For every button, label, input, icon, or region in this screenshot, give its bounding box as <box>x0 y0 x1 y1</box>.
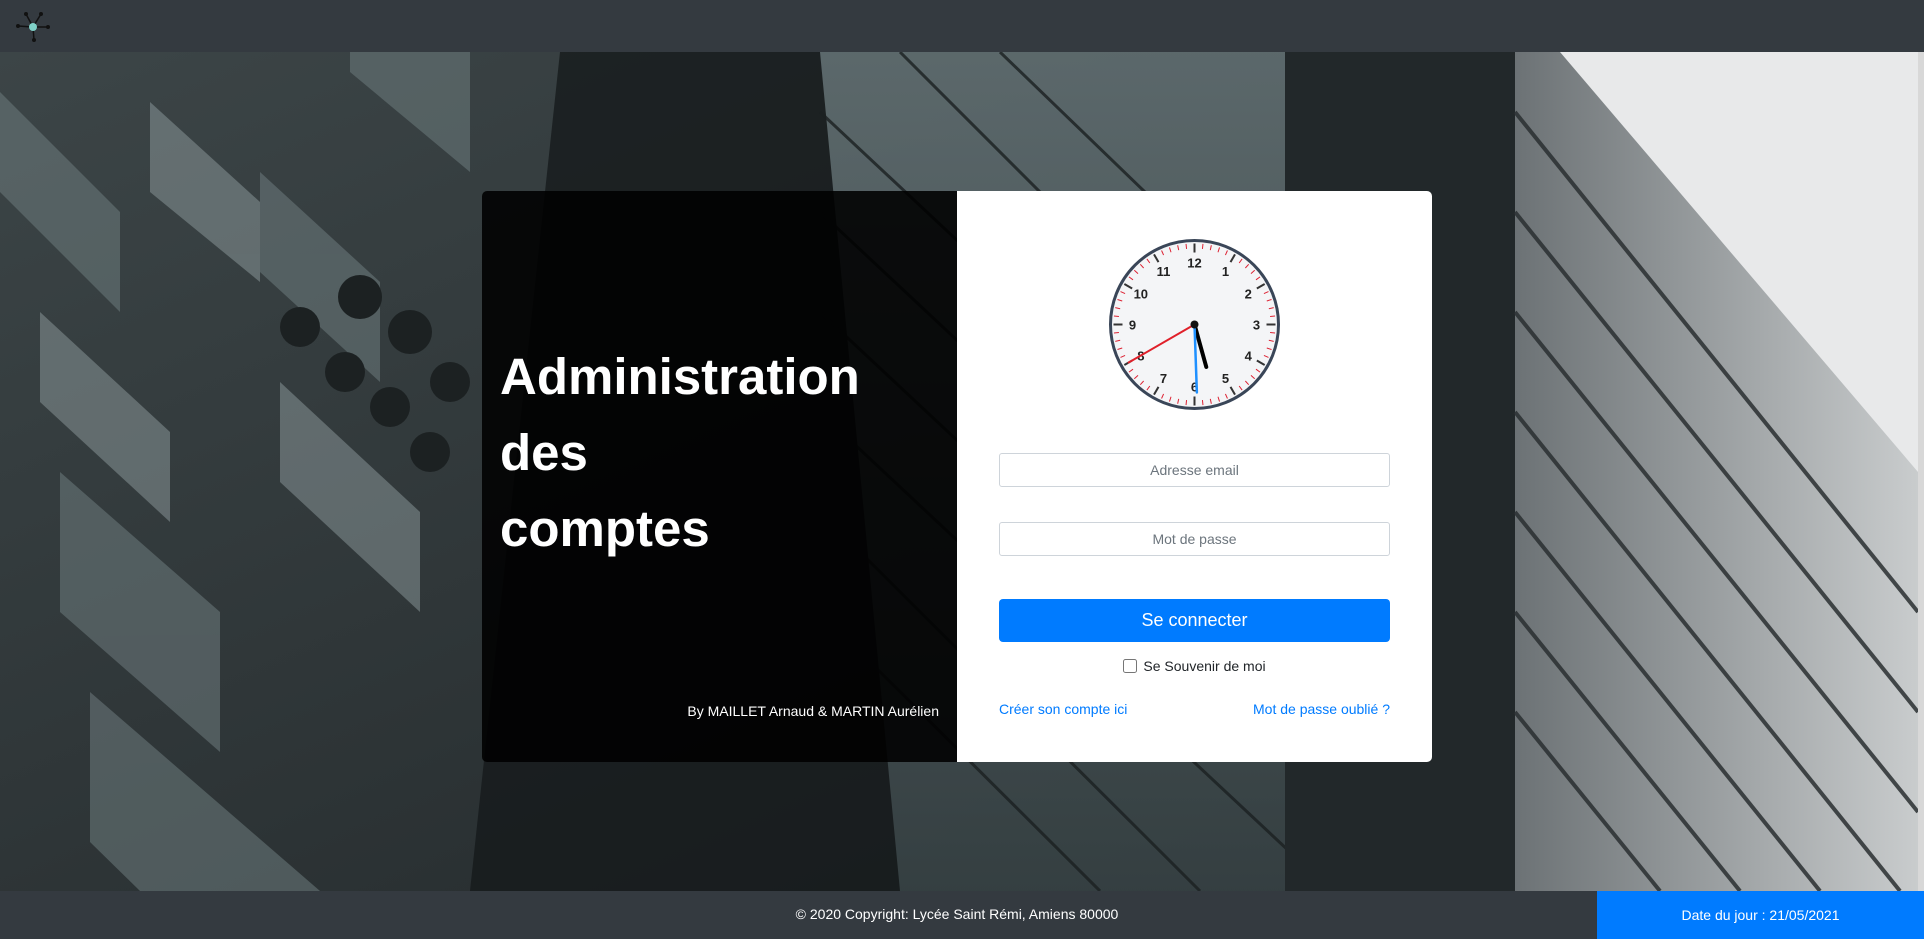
clock-number: 9 <box>1129 318 1136 333</box>
create-account-link[interactable]: Créer son compte ici <box>999 701 1127 717</box>
clock-number: 2 <box>1245 287 1252 302</box>
clock-tick <box>1270 315 1276 318</box>
remember-label: Se Souvenir de moi <box>1143 658 1266 674</box>
footer: © 2020 Copyright: Lycée Saint Rémi, Amie… <box>0 891 1924 939</box>
top-navbar <box>0 0 1924 52</box>
clock-tick <box>1201 243 1204 249</box>
network-nodes-icon[interactable] <box>12 8 54 46</box>
title-line: Administration <box>500 348 860 405</box>
date-badge: Date du jour : 21/05/2021 <box>1597 891 1924 939</box>
password-field[interactable] <box>999 522 1390 556</box>
clock-tick <box>1185 243 1188 249</box>
email-field[interactable] <box>999 453 1390 487</box>
clock-tick <box>1113 315 1119 318</box>
remember-checkbox[interactable] <box>1123 659 1138 673</box>
clock-number: 5 <box>1222 371 1229 386</box>
clock-center <box>1190 320 1199 329</box>
clock-number: 12 <box>1187 256 1201 271</box>
clock-number: 3 <box>1253 318 1260 333</box>
intro-panel: Administration des comptes By MAILLET Ar… <box>482 191 957 762</box>
clock-number: 4 <box>1245 349 1253 364</box>
analog-clock: 121234567891011 <box>1109 239 1280 410</box>
clock-number: 10 <box>1134 287 1148 302</box>
clock-tick <box>1185 400 1188 406</box>
page-title: Administration des comptes <box>500 339 940 567</box>
login-button[interactable]: Se connecter <box>999 599 1390 642</box>
remember-me: Se Souvenir de moi <box>957 658 1432 674</box>
clock-tick <box>1113 331 1119 334</box>
clock-tick <box>1270 331 1276 334</box>
page-scrollbar[interactable] <box>1918 52 1924 891</box>
title-line: des <box>500 424 588 481</box>
clock-number: 11 <box>1157 264 1171 279</box>
forgot-password-link[interactable]: Mot de passe oublié ? <box>1253 701 1390 717</box>
title-line: comptes <box>500 500 710 557</box>
author-credits: By MAILLET Arnaud & MARTIN Aurélien <box>687 703 939 719</box>
clock-number: 7 <box>1160 371 1167 386</box>
clock-number: 1 <box>1222 264 1229 279</box>
clock-tick <box>1201 400 1204 406</box>
login-panel: 121234567891011 Se connecter Se Souvenir… <box>957 191 1432 762</box>
